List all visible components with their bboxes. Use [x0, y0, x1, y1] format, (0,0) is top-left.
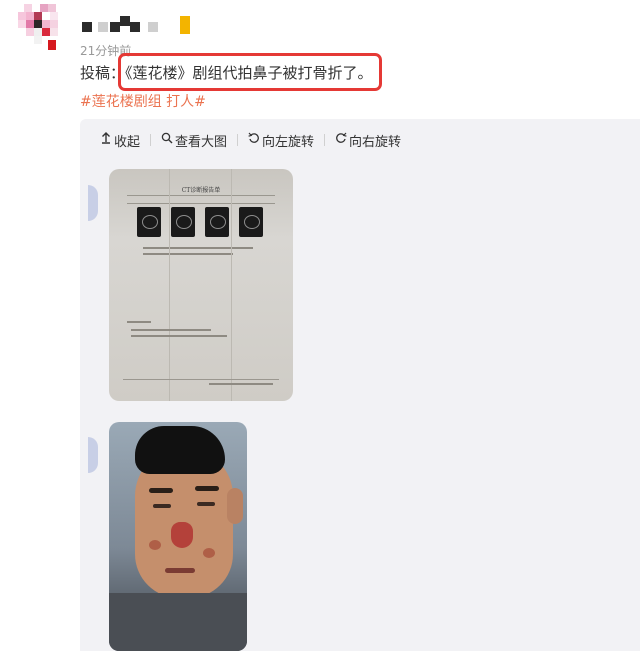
injured-face-photo[interactable]	[109, 422, 247, 651]
hashtag-link[interactable]: #莲花楼剧组 打人#	[80, 94, 206, 110]
view-large-button[interactable]: 查看大图	[161, 131, 227, 150]
rotate-right-icon	[335, 132, 347, 148]
carousel-prev-hint	[88, 185, 98, 221]
rotate-left-button[interactable]: 向左旋转	[248, 131, 314, 150]
collapse-button[interactable]: 收起	[100, 131, 140, 150]
collapse-label: 收起	[114, 134, 141, 150]
ct-report-paper: CT诊断报告单	[109, 169, 293, 401]
hashtags: #莲花楼剧组 打人#	[80, 91, 208, 111]
toolbar-divider	[150, 134, 152, 146]
ct-report-title: CT诊断报告单	[181, 187, 221, 194]
avatar[interactable]	[18, 4, 64, 50]
view-large-label: 查看大图	[175, 134, 228, 150]
rotate-left-icon	[248, 132, 260, 148]
highlight-annotation-box	[118, 53, 382, 91]
media-panel: 收起 查看大图 向左旋转 向右旋转 CT诊断报告单	[80, 119, 640, 651]
carousel-prev-hint	[88, 437, 98, 473]
collapse-up-icon	[100, 132, 112, 148]
toolbar-divider	[324, 134, 326, 146]
toolbar-divider	[237, 134, 239, 146]
media-toolbar: 收起 查看大图 向左旋转 向右旋转	[80, 119, 640, 161]
face-photo-content	[109, 422, 247, 651]
magnifier-icon	[161, 132, 173, 148]
ct-report-photo[interactable]: CT诊断报告单	[109, 169, 293, 401]
rotate-right-label: 向右旋转	[349, 134, 402, 150]
rotate-left-label: 向左旋转	[262, 134, 315, 150]
rotate-right-button[interactable]: 向右旋转	[335, 131, 401, 150]
